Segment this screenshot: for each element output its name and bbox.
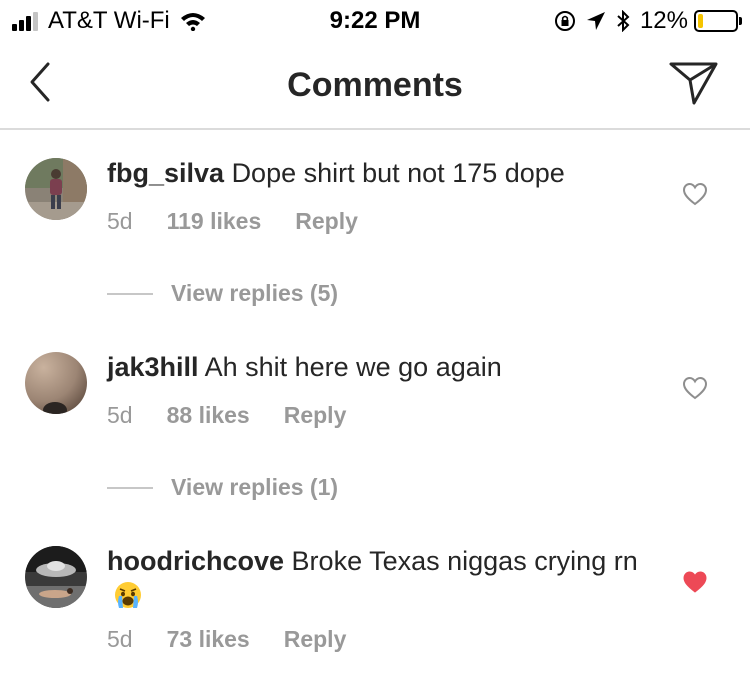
comment-time: 5d	[107, 402, 133, 428]
battery-icon	[694, 10, 742, 32]
comment-text: Ah shit here we go again	[204, 352, 502, 382]
view-replies-button[interactable]: View replies (5)	[107, 280, 338, 307]
reply-button[interactable]: Reply	[295, 208, 358, 235]
view-replies-button[interactable]: View replies (1)	[107, 474, 338, 501]
battery-percent: 12%	[639, 7, 688, 34]
location-arrow-icon	[586, 11, 606, 31]
comment-text: Dope shirt but not 175 dope	[231, 158, 565, 188]
paper-plane-icon	[669, 62, 718, 105]
status-bar: AT&T Wi-Fi 9:22 PM 12%	[0, 0, 750, 40]
heart-outline-icon[interactable]	[682, 182, 708, 206]
crying-face-emoji-icon	[115, 582, 141, 608]
share-button[interactable]	[668, 58, 720, 106]
comment-likes[interactable]: 88 likes	[167, 402, 250, 429]
heart-filled-icon[interactable]	[682, 570, 708, 594]
reply-button[interactable]: Reply	[284, 402, 347, 429]
header: Comments	[0, 40, 750, 130]
view-replies-label: View replies (1)	[171, 474, 339, 500]
replies-divider	[107, 292, 153, 295]
comment-time: 5d	[107, 626, 133, 652]
avatar[interactable]	[25, 352, 87, 414]
comment-likes[interactable]: 73 likes	[167, 626, 250, 653]
replies-divider	[107, 486, 153, 489]
orientation-lock-icon	[554, 10, 576, 32]
comment-text: Broke Texas niggas crying rn	[291, 546, 638, 576]
comment-username[interactable]: fbg_silva	[107, 158, 224, 188]
comment-username[interactable]: jak3hill	[107, 352, 199, 382]
comment-username[interactable]: hoodrichcove	[107, 546, 284, 576]
comment-likes[interactable]: 119 likes	[167, 208, 262, 235]
page-title: Comments	[287, 66, 463, 104]
comment-time: 5d	[107, 208, 133, 234]
avatar[interactable]	[25, 158, 87, 220]
heart-outline-icon[interactable]	[682, 376, 708, 400]
avatar[interactable]	[25, 546, 87, 608]
bluetooth-icon	[616, 10, 630, 32]
reply-button[interactable]: Reply	[284, 626, 347, 653]
view-replies-label: View replies (5)	[171, 280, 339, 306]
